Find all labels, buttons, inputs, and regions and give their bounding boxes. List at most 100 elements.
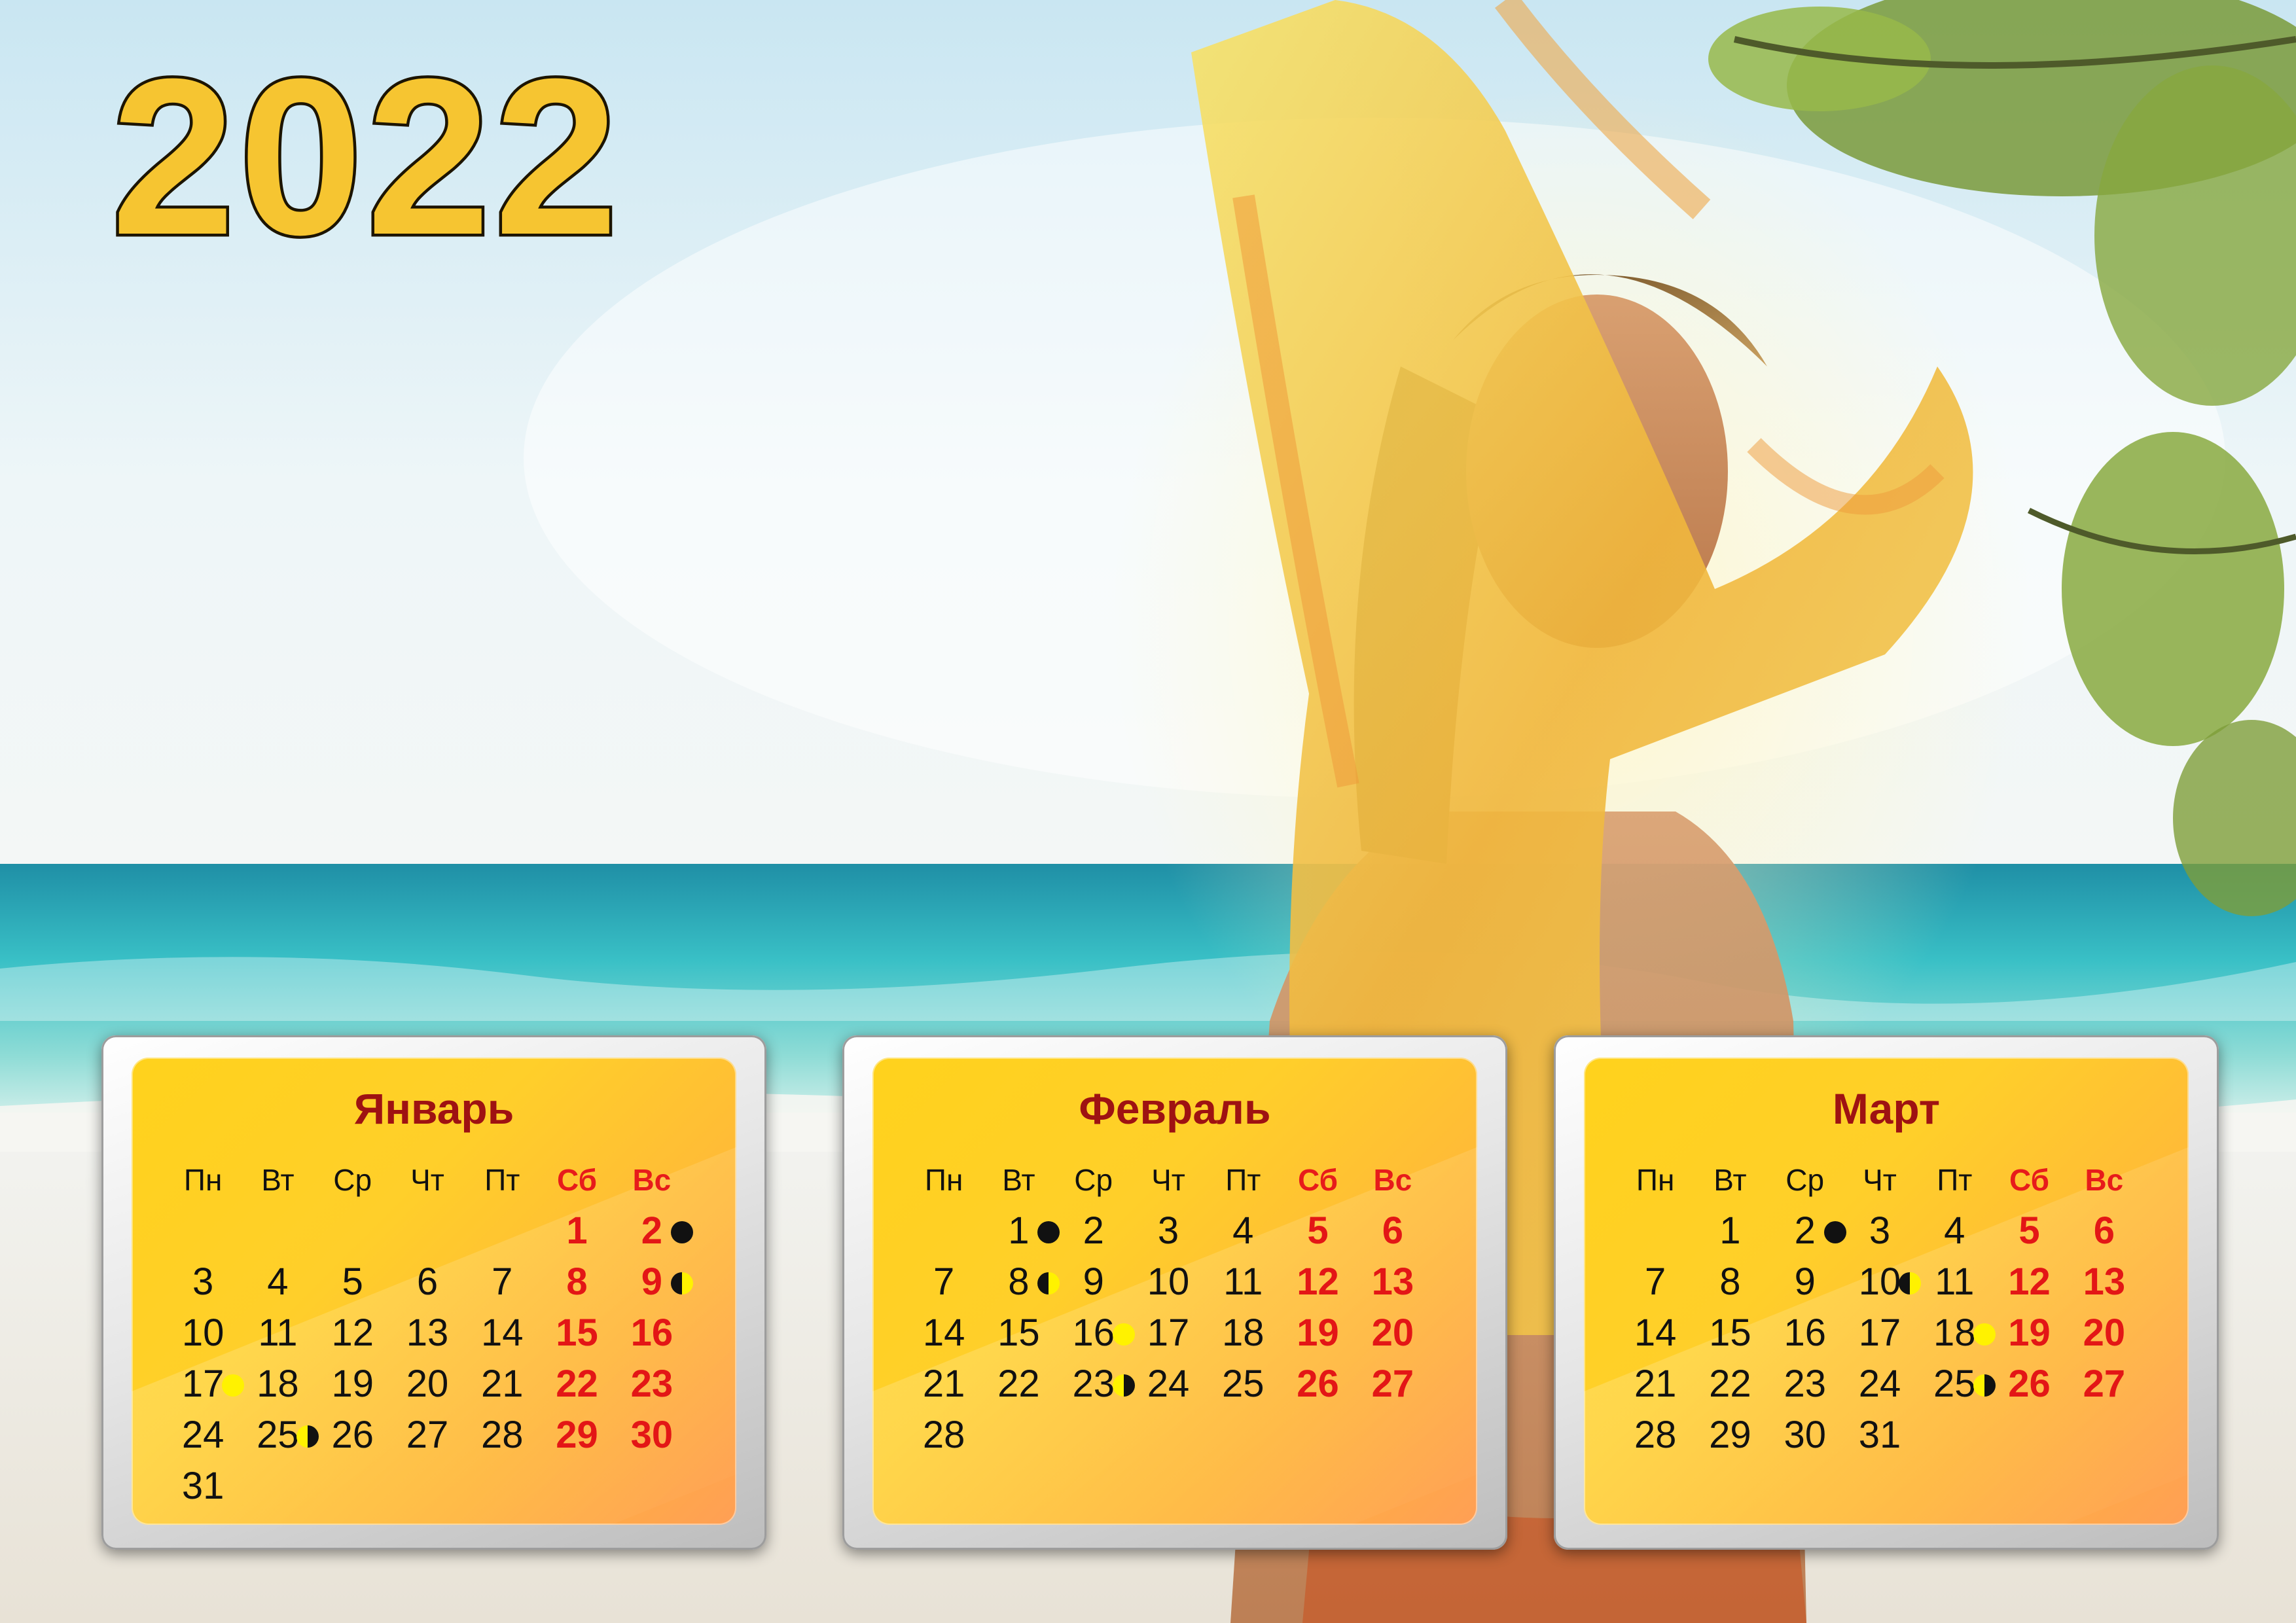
weekday-header: Чт (1863, 1163, 1897, 1197)
day-number: 23 (1072, 1363, 1115, 1405)
day-number: 28 (1634, 1414, 1677, 1456)
empty-cell (390, 1205, 465, 1257)
calendar-day: 17 (1842, 1308, 1917, 1359)
day-number: 2 (1794, 1209, 1816, 1252)
calendar-day: 10 (1842, 1257, 1921, 1308)
calendar-day: 14 (906, 1308, 981, 1359)
day-number: 28 (481, 1414, 524, 1456)
day-number: 4 (1944, 1209, 1965, 1252)
calendar-day: 29 (539, 1410, 614, 1461)
weekday-header: Ср (333, 1163, 372, 1197)
day-number: 21 (481, 1363, 524, 1405)
day-number: 14 (922, 1311, 965, 1354)
calendar-day: 14 (1618, 1308, 1693, 1359)
day-number: 11 (1935, 1260, 1975, 1303)
day-number: 31 (1858, 1414, 1901, 1456)
calendar-day: 2 (1056, 1205, 1131, 1257)
day-number: 26 (2008, 1363, 2051, 1405)
calendar-day: 10 (166, 1308, 240, 1359)
day-number: 30 (630, 1414, 673, 1456)
calendar-day: 17 (1131, 1308, 1206, 1359)
day-number: 26 (1297, 1363, 1339, 1405)
calendar-day: 13 (1355, 1257, 1430, 1308)
calendar-day: 27 (2067, 1359, 2142, 1410)
day-number: 17 (1858, 1311, 1901, 1354)
calendar-day: 4 (1917, 1205, 1992, 1257)
day-number: 22 (1709, 1363, 1751, 1405)
day-number: 17 (1147, 1311, 1190, 1354)
day-number: 18 (1933, 1311, 1976, 1354)
calendar-march: Март Пн Вт Ср Чт Пт Сб Вс 1 2 3 4 5 6 7 8 9 10 11 12 13 14 15… (1554, 1035, 2219, 1550)
calendar-day: 10 (1131, 1257, 1206, 1308)
day-number: 10 (1147, 1260, 1190, 1303)
day-number: 29 (1709, 1414, 1751, 1456)
empty-cell (315, 1205, 390, 1257)
calendar-day: 23 (615, 1359, 689, 1410)
day-number: 23 (1784, 1363, 1826, 1405)
day-number: 18 (257, 1363, 299, 1405)
day-number: 25 (1222, 1363, 1265, 1405)
day-number: 4 (1232, 1209, 1254, 1252)
calendar-day: 7 (906, 1257, 981, 1308)
day-number: 1 (566, 1209, 588, 1252)
day-number: 23 (630, 1363, 673, 1405)
calendar-day: 20 (390, 1359, 465, 1410)
calendar-day: 14 (465, 1308, 539, 1359)
day-number: 11 (1223, 1260, 1263, 1303)
calendar-day: 16 (1056, 1308, 1135, 1359)
calendar-day: 28 (1618, 1410, 1693, 1461)
empty-cell (1618, 1205, 1693, 1257)
calendar-day: 25 (240, 1410, 319, 1461)
calendar-card: Январь Пн Вт Ср Чт Пт Сб Вс 1 2 3 4 5 6 7 8 9 10 11 12 13 14… (132, 1058, 736, 1525)
calendar-grid: Пн Вт Ср Чт Пт Сб Вс 1 2 3 4 5 6 7 8 9 10 11 12 13 14 15 16 17 1… (166, 1154, 693, 1512)
day-number: 4 (267, 1260, 289, 1303)
calendar-day: 12 (315, 1308, 390, 1359)
day-number: 16 (1784, 1311, 1826, 1354)
day-number: 22 (997, 1363, 1040, 1405)
day-number: 18 (1222, 1311, 1265, 1354)
weekday-header: Пн (1636, 1163, 1675, 1197)
day-number: 28 (922, 1414, 965, 1456)
calendar-day: 12 (1280, 1257, 1355, 1308)
day-number: 8 (1008, 1260, 1030, 1303)
day-number: 9 (641, 1260, 662, 1303)
calendar-january: Январь Пн Вт Ср Чт Пт Сб Вс 1 2 3 4 5 6 7 8 9 10 11 12 13 14… (101, 1035, 766, 1550)
day-number: 30 (1784, 1414, 1826, 1456)
calendar-day: 24 (1842, 1359, 1917, 1410)
day-number: 13 (2083, 1260, 2126, 1303)
calendar-day: 20 (2067, 1308, 2142, 1359)
weekday-header: Пт (484, 1163, 520, 1197)
calendar-day: 20 (1355, 1308, 1430, 1359)
calendar-grid: Пн Вт Ср Чт Пт Сб Вс 1 2 3 4 5 6 7 8 9 10 11 12 13 14 15 16 17 1… (906, 1154, 1430, 1461)
day-number: 21 (922, 1363, 965, 1405)
calendar-day: 22 (1693, 1359, 1767, 1410)
calendar-day: 16 (615, 1308, 689, 1359)
calendar-day: 6 (2067, 1205, 2142, 1257)
calendar-day: 15 (1693, 1308, 1767, 1359)
empty-cell (166, 1205, 240, 1257)
calendar-day: 27 (390, 1410, 465, 1461)
day-number: 15 (997, 1311, 1040, 1354)
calendar-day: 8 (1693, 1257, 1767, 1308)
calendar-day: 9 (615, 1257, 693, 1308)
month-name: Февраль (1079, 1084, 1271, 1133)
day-number: 2 (641, 1209, 662, 1252)
day-number: 31 (181, 1465, 224, 1507)
day-number: 10 (181, 1311, 224, 1354)
day-number: 15 (1709, 1311, 1751, 1354)
day-number: 7 (492, 1260, 513, 1303)
day-number: 22 (556, 1363, 598, 1405)
calendar-day: 9 (1768, 1257, 1842, 1308)
calendar-february: Февраль Пн Вт Ср Чт Пт Сб Вс 1 2 3 4 5 6 7 8 9 10 11 12 13 1… (842, 1035, 1507, 1550)
calendar-day: 23 (1768, 1359, 1842, 1410)
weekday-header: Вт (1713, 1163, 1747, 1197)
weekday-header: Ср (1785, 1163, 1825, 1197)
calendar-day: 31 (166, 1461, 240, 1512)
calendar-day: 11 (1206, 1257, 1280, 1308)
day-number: 25 (257, 1414, 299, 1456)
weekday-header: Вт (261, 1163, 295, 1197)
day-number: 13 (406, 1311, 449, 1354)
day-number: 5 (342, 1260, 363, 1303)
month-name: Март (1832, 1084, 1941, 1133)
day-number: 3 (1157, 1209, 1179, 1252)
